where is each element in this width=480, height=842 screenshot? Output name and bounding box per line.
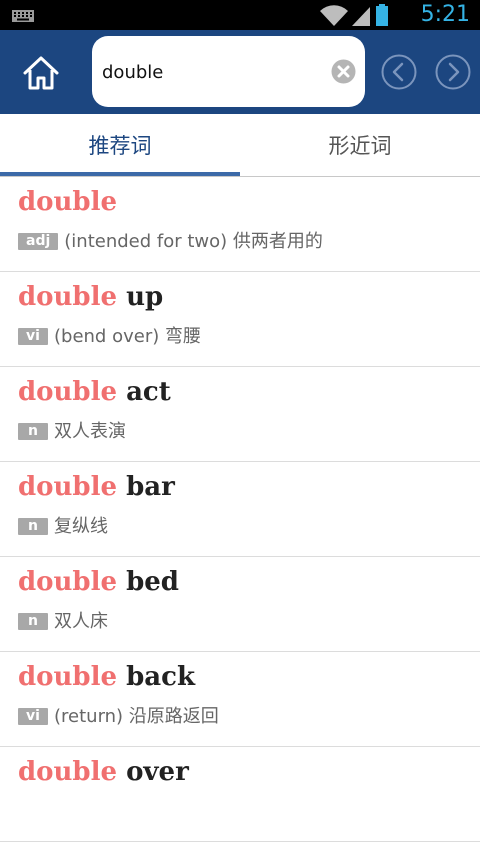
signal-icon: [352, 7, 370, 26]
word-rest: up: [117, 282, 164, 312]
list-item[interactable]: double adj (intended for two) 供两者用的: [0, 177, 480, 272]
result-definition: n 复纵线: [18, 512, 108, 538]
arrow-right-icon[interactable]: [435, 54, 471, 90]
result-list: double adj (intended for two) 供两者用的 doubl…: [0, 177, 480, 842]
word-rest: bed: [117, 567, 179, 597]
definition-text: (return) 沿原路返回: [54, 706, 219, 727]
pos-badge: n: [18, 613, 48, 630]
search-toolbar: [0, 30, 480, 114]
search-box: [92, 36, 365, 107]
result-word: double bed: [18, 567, 179, 597]
pos-badge: n: [18, 423, 48, 440]
result-definition: vi (bend over) 弯腰: [18, 322, 201, 348]
list-item[interactable]: double back vi (return) 沿原路返回: [0, 652, 480, 747]
list-item[interactable]: double act n 双人表演: [0, 367, 480, 462]
word-highlight: double: [18, 757, 118, 787]
word-highlight: double: [18, 472, 118, 502]
result-word: double: [18, 187, 117, 217]
definition-text: 双人床: [54, 611, 108, 632]
word-highlight: double: [18, 567, 118, 597]
list-item[interactable]: double bed n 双人床: [0, 557, 480, 652]
word-highlight: double: [18, 187, 118, 217]
status-bar: 5:21: [0, 0, 480, 30]
definition-text: 双人表演: [54, 421, 126, 442]
word-highlight: double: [18, 377, 118, 407]
tab-bar: 推荐词 形近词: [0, 114, 480, 177]
keyboard-icon: [12, 10, 34, 22]
pos-badge: n: [18, 518, 48, 535]
result-definition: n 双人表演: [18, 417, 126, 443]
search-input[interactable]: [100, 56, 324, 88]
word-rest: act: [117, 377, 171, 407]
list-item[interactable]: double bar n 复纵线: [0, 462, 480, 557]
result-word: double back: [18, 662, 195, 692]
definition-text: (bend over) 弯腰: [54, 326, 201, 347]
result-word: double act: [18, 377, 171, 407]
pos-badge: adj: [18, 233, 59, 250]
pos-badge: vi: [18, 328, 48, 345]
result-definition: n 双人床: [18, 607, 108, 633]
definition-text: (intended for two) 供两者用的: [64, 231, 323, 252]
word-highlight: double: [18, 662, 118, 692]
list-item[interactable]: double up vi (bend over) 弯腰: [0, 272, 480, 367]
result-definition: vi (return) 沿原路返回: [18, 702, 219, 728]
tab-similar[interactable]: 形近词: [240, 114, 480, 176]
result-word: double up: [18, 282, 163, 312]
status-clock: 5:21: [420, 2, 470, 27]
battery-icon: [376, 4, 388, 26]
word-rest: over: [117, 757, 189, 787]
tab-recommended[interactable]: 推荐词: [0, 114, 240, 176]
word-highlight: double: [18, 282, 118, 312]
pos-badge: vi: [18, 708, 48, 725]
arrow-left-icon[interactable]: [381, 54, 417, 90]
definition-text: 复纵线: [54, 516, 108, 537]
result-word: double bar: [18, 472, 175, 502]
wifi-icon: [320, 5, 348, 27]
word-rest: bar: [117, 472, 175, 502]
active-tab-indicator: [0, 172, 240, 176]
clear-icon[interactable]: [331, 59, 356, 84]
system-icons: [320, 4, 388, 27]
word-rest: back: [117, 662, 195, 692]
list-item[interactable]: double over: [0, 747, 480, 842]
result-word: double over: [18, 757, 189, 787]
home-icon[interactable]: [22, 55, 60, 91]
result-definition: adj (intended for two) 供两者用的: [18, 227, 323, 253]
